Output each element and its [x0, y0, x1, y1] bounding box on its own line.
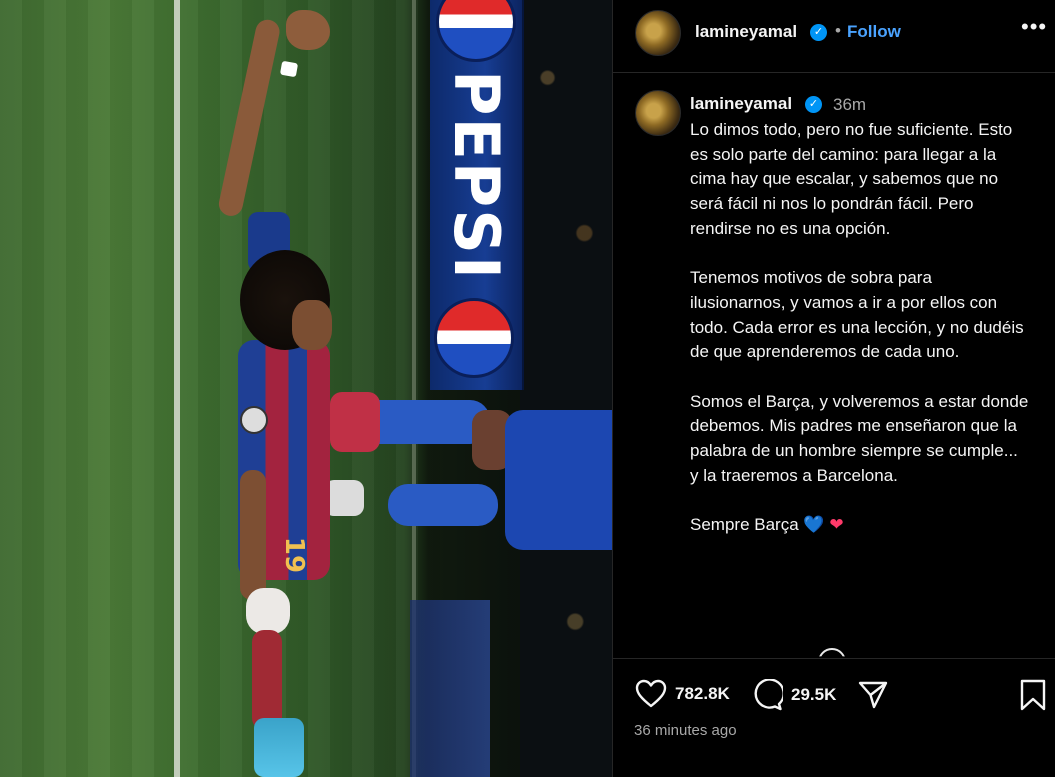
jersey-badge	[240, 406, 268, 434]
profile-avatar[interactable]	[635, 10, 681, 56]
caption-username[interactable]: lamineyamal	[690, 94, 792, 114]
player-arm	[240, 470, 266, 600]
player-arm	[216, 17, 282, 219]
caption-paragraph: Somos el Barça, y volveremos a estar don…	[690, 391, 1029, 485]
blue-heart-icon: 💙	[803, 515, 825, 536]
verified-badge-icon: ✓	[810, 24, 827, 41]
player-hand	[246, 588, 290, 634]
post-header: lamineyamal ✓ • Follow •••	[613, 0, 1055, 73]
header-username[interactable]: lamineyamal	[695, 22, 797, 42]
save-button[interactable]	[1019, 679, 1047, 711]
player-hand	[286, 10, 330, 50]
heart-outline-icon	[635, 679, 667, 708]
post-actions-bar: 782.8K 29.5K 36 minutes ago	[613, 658, 1055, 777]
speech-bubble-icon	[754, 679, 783, 711]
player-boot	[254, 718, 304, 777]
caption-closing: Sempre Barça 💙 ❤	[690, 513, 1030, 538]
comment-count[interactable]: 29.5K	[791, 685, 836, 705]
player-face	[292, 300, 332, 350]
player-leg	[252, 630, 282, 730]
post-time-long[interactable]: 36 minutes ago	[634, 722, 737, 739]
player-shorts	[330, 392, 380, 452]
caption-paragraph: Lo dimos todo, pero no fue suficiente. E…	[690, 120, 1013, 238]
post-time-short[interactable]: 36m	[833, 95, 866, 115]
jersey-number: 19	[279, 536, 310, 574]
follow-button[interactable]: Follow	[847, 22, 901, 42]
player-shorts	[505, 410, 612, 550]
bookmark-icon	[1020, 679, 1046, 711]
comment-button[interactable]: 29.5K	[751, 679, 836, 711]
player-leg	[388, 484, 498, 526]
caption-avatar[interactable]	[635, 90, 681, 136]
red-heart-icon: ❤	[829, 515, 844, 536]
separator-dot: •	[835, 21, 841, 40]
post-photo[interactable]: PEPSI 19	[0, 0, 612, 777]
like-count[interactable]: 782.8K	[675, 684, 730, 704]
paper-plane-icon	[858, 681, 888, 709]
closing-text: Sempre Barça	[690, 515, 799, 535]
post-caption: Lo dimos todo, pero no fue suficiente. E…	[690, 118, 1030, 538]
player-wristband	[279, 60, 299, 78]
player-figure: 19	[0, 0, 612, 777]
verified-badge-icon: ✓	[805, 96, 822, 113]
caption-paragraph: Tenemos motivos de sobra para ilusionarn…	[690, 268, 1024, 362]
share-button[interactable]	[857, 679, 889, 711]
player-boot	[324, 480, 364, 516]
more-horizontal-icon[interactable]: •••	[1021, 14, 1047, 40]
post-side-panel: lamineyamal ✓ • Follow ••• lamineyamal ✓…	[612, 0, 1055, 777]
like-button[interactable]: 782.8K	[635, 679, 730, 709]
